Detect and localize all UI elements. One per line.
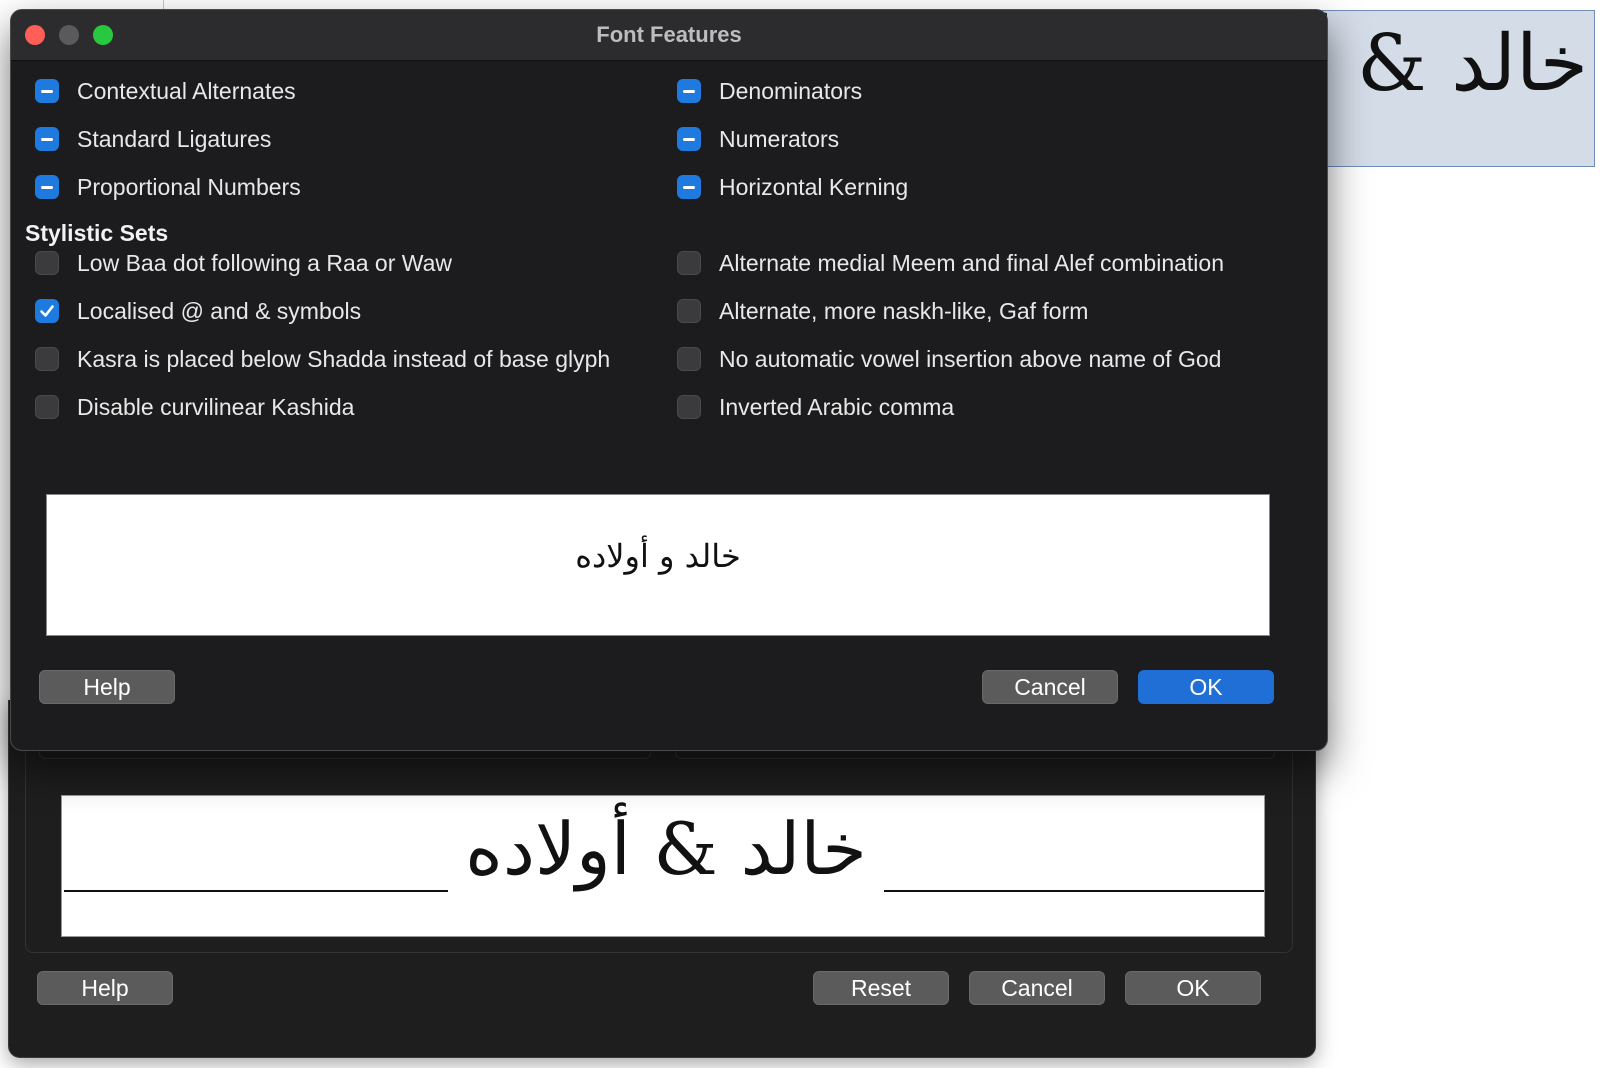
font-preview: خالد ﻭ أولاده xyxy=(46,494,1270,636)
preview-baseline-left xyxy=(64,890,448,892)
checkbox-mixed-icon[interactable] xyxy=(677,175,701,199)
checkbox-mixed-icon[interactable] xyxy=(35,127,59,151)
feature-horizontal-kerning[interactable]: Horizontal Kerning xyxy=(677,167,908,207)
feature-denominators[interactable]: Denominators xyxy=(677,71,862,111)
set-kasra-below-shadda[interactable]: Kasra is placed below Shadda instead of … xyxy=(35,339,610,379)
set-inverted-arabic-comma[interactable]: Inverted Arabic comma xyxy=(677,387,954,427)
feature-standard-ligatures[interactable]: Standard Ligatures xyxy=(35,119,271,159)
help-button[interactable]: Help xyxy=(39,670,175,704)
feature-label: Numerators xyxy=(719,125,840,152)
checkbox-unchecked-icon[interactable] xyxy=(677,395,701,419)
checkbox-unchecked-icon[interactable] xyxy=(35,251,59,275)
checkbox-unchecked-icon[interactable] xyxy=(677,347,701,371)
feature-contextual-alternates[interactable]: Contextual Alternates xyxy=(35,71,296,111)
set-low-baa-dot[interactable]: Low Baa dot following a Raa or Waw xyxy=(35,243,452,283)
checkbox-mixed-icon[interactable] xyxy=(35,175,59,199)
parent-preview: خالد & أولاده xyxy=(61,795,1265,937)
cancel-button[interactable]: Cancel xyxy=(982,670,1118,704)
set-label: Kasra is placed below Shadda instead of … xyxy=(77,345,611,372)
set-label: Low Baa dot following a Raa or Waw xyxy=(77,249,453,276)
checkbox-unchecked-icon[interactable] xyxy=(35,347,59,371)
feature-proportional-numbers[interactable]: Proportional Numbers xyxy=(35,167,301,207)
checkbox-mixed-icon[interactable] xyxy=(677,79,701,103)
feature-label: Standard Ligatures xyxy=(77,125,272,152)
set-alternate-medial-meem[interactable]: Alternate medial Meem and final Alef com… xyxy=(677,243,1224,283)
character-dialog: خالد & أولاده Help Reset Cancel OK xyxy=(8,700,1316,1058)
set-label: No automatic vowel insertion above name … xyxy=(719,345,1222,372)
checkbox-mixed-icon[interactable] xyxy=(677,127,701,151)
dialog-title: Font Features xyxy=(596,22,742,47)
feature-label: Proportional Numbers xyxy=(77,173,301,200)
document-selected-text[interactable]: خالد & أ xyxy=(1290,10,1595,167)
set-alternate-gaf-form[interactable]: Alternate, more naskh-like, Gaf form xyxy=(677,291,1088,331)
titlebar: Font Features xyxy=(11,10,1327,61)
set-label: Disable curvilinear Kashida xyxy=(77,393,355,420)
preview-baseline-right xyxy=(884,890,1264,892)
parent-ok-button[interactable]: OK xyxy=(1125,971,1261,1005)
checkbox-unchecked-icon[interactable] xyxy=(35,395,59,419)
set-no-vowel-insertion[interactable]: No automatic vowel insertion above name … xyxy=(677,339,1221,379)
checkbox-unchecked-icon[interactable] xyxy=(677,299,701,323)
set-label: Localised @ and & symbols xyxy=(77,297,362,324)
feature-label: Horizontal Kerning xyxy=(719,173,909,200)
parent-cancel-button[interactable]: Cancel xyxy=(969,971,1105,1005)
checkbox-checked-icon[interactable] xyxy=(35,299,59,323)
ok-button[interactable]: OK xyxy=(1138,670,1274,704)
set-disable-curvilinear-kashida[interactable]: Disable curvilinear Kashida xyxy=(35,387,354,427)
parent-reset-button[interactable]: Reset xyxy=(813,971,949,1005)
document-text: خالد & أ xyxy=(1310,19,1588,109)
font-preview-text: خالد ﻭ أولاده xyxy=(575,537,741,575)
font-features-dialog: Font Features Contextual Alternates Stan… xyxy=(10,9,1328,751)
set-localised-symbols[interactable]: Localised @ and & symbols xyxy=(35,291,361,331)
set-label: Alternate, more naskh-like, Gaf form xyxy=(719,297,1089,324)
set-label: Alternate medial Meem and final Alef com… xyxy=(719,249,1225,276)
checkbox-mixed-icon[interactable] xyxy=(35,79,59,103)
feature-label: Denominators xyxy=(719,77,863,104)
set-label: Inverted Arabic comma xyxy=(719,393,955,420)
parent-preview-text: خالد & أولاده xyxy=(465,807,867,891)
checkbox-unchecked-icon[interactable] xyxy=(677,251,701,275)
feature-numerators[interactable]: Numerators xyxy=(677,119,839,159)
parent-help-button[interactable]: Help xyxy=(37,971,173,1005)
feature-label: Contextual Alternates xyxy=(77,77,296,104)
